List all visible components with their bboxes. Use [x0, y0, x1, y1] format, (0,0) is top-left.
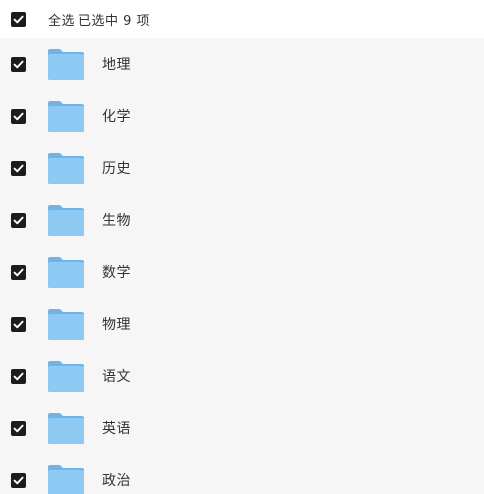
folder-name: 数学 — [102, 265, 131, 281]
item-checkbox[interactable] — [11, 212, 26, 228]
folder-name: 英语 — [102, 421, 131, 437]
item-checkbox[interactable] — [11, 316, 26, 332]
item-checkbox[interactable] — [11, 108, 26, 124]
folder-icon — [47, 151, 85, 185]
item-checkbox[interactable] — [11, 368, 26, 384]
folder-name: 政治 — [102, 473, 131, 489]
checkmark-icon — [13, 112, 24, 120]
folder-icon — [47, 255, 85, 289]
list-item[interactable]: 语文 — [0, 350, 484, 402]
list-item[interactable]: 英语 — [0, 402, 484, 454]
select-all-label[interactable]: 全选 — [48, 10, 75, 29]
folder-icon — [47, 411, 85, 445]
item-checkbox[interactable] — [11, 56, 26, 72]
folder-icon — [47, 203, 85, 237]
selection-header: 全选 已选中 9 项 — [0, 0, 484, 38]
checkmark-icon — [13, 476, 24, 484]
checkmark-icon — [13, 60, 24, 68]
folder-icon — [47, 307, 85, 341]
list-item[interactable]: 数学 — [0, 246, 484, 298]
folder-name: 语文 — [102, 369, 131, 385]
folder-icon — [47, 463, 85, 494]
checkmark-icon — [13, 320, 24, 328]
select-all-checkbox[interactable] — [11, 11, 26, 27]
checkmark-icon — [13, 268, 24, 276]
list-item[interactable]: 政治 — [0, 454, 484, 494]
folder-name: 历史 — [102, 161, 131, 177]
checkmark-icon — [13, 164, 24, 172]
folder-name: 化学 — [102, 109, 131, 125]
folder-list: 地理 化学 历史 生物 数学 物理 语文 英语 政治 — [0, 38, 484, 494]
list-item[interactable]: 地理 — [0, 38, 484, 90]
checkmark-icon — [13, 15, 24, 23]
folder-name: 生物 — [102, 213, 131, 229]
selected-count-text: 已选中 9 项 — [78, 13, 151, 29]
folder-icon — [47, 359, 85, 393]
folder-name: 地理 — [102, 57, 131, 73]
item-checkbox[interactable] — [11, 264, 26, 280]
item-checkbox[interactable] — [11, 160, 26, 176]
folder-icon — [47, 99, 85, 133]
checkmark-icon — [13, 372, 24, 380]
item-checkbox[interactable] — [11, 472, 26, 488]
checkmark-icon — [13, 216, 24, 224]
list-item[interactable]: 化学 — [0, 90, 484, 142]
list-item[interactable]: 历史 — [0, 142, 484, 194]
checkmark-icon — [13, 424, 24, 432]
list-item[interactable]: 生物 — [0, 194, 484, 246]
list-item[interactable]: 物理 — [0, 298, 484, 350]
folder-icon — [47, 47, 85, 81]
item-checkbox[interactable] — [11, 420, 26, 436]
folder-name: 物理 — [102, 317, 131, 333]
